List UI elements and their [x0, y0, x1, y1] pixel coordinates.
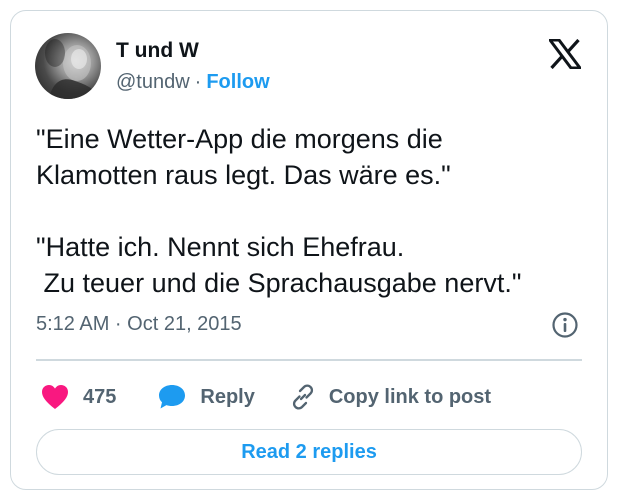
avatar-photo-icon	[45, 39, 101, 99]
like-button[interactable]: 475	[41, 384, 116, 410]
tweet-card: T und W @tundw · Follow "Eine Wetter-App d…	[10, 10, 608, 490]
heart-icon	[42, 385, 68, 409]
x-logo-icon[interactable]	[547, 38, 583, 70]
action-bar: 475 Reply Copy link to post	[41, 379, 491, 415]
reply-label: Reply	[200, 385, 255, 408]
speech-bubble-icon	[159, 385, 186, 409]
like-count: 475	[83, 385, 117, 408]
read-replies-button[interactable]: Read 2 replies	[36, 429, 582, 475]
copy-link-label: Copy link to post	[328, 385, 492, 408]
info-icon[interactable]	[551, 311, 579, 339]
tweet-text: "Eine Wetter-App die morgens die Klamott…	[36, 124, 522, 298]
author-display-name[interactable]: T und W	[116, 39, 199, 63]
handle-separator: ·	[194, 71, 202, 93]
author-handle[interactable]: @tundw	[116, 71, 190, 93]
divider	[36, 359, 582, 361]
avatar[interactable]	[35, 33, 101, 99]
tweet-timestamp[interactable]: 5:12 AM · Oct 21, 2015	[36, 313, 242, 336]
link-icon	[292, 384, 313, 410]
copy-link-button[interactable]: Copy link to post	[289, 383, 491, 411]
reply-button[interactable]: Reply	[158, 384, 255, 410]
author-handle-row: @tundw · Follow	[116, 71, 270, 94]
follow-button[interactable]: Follow	[206, 71, 269, 93]
